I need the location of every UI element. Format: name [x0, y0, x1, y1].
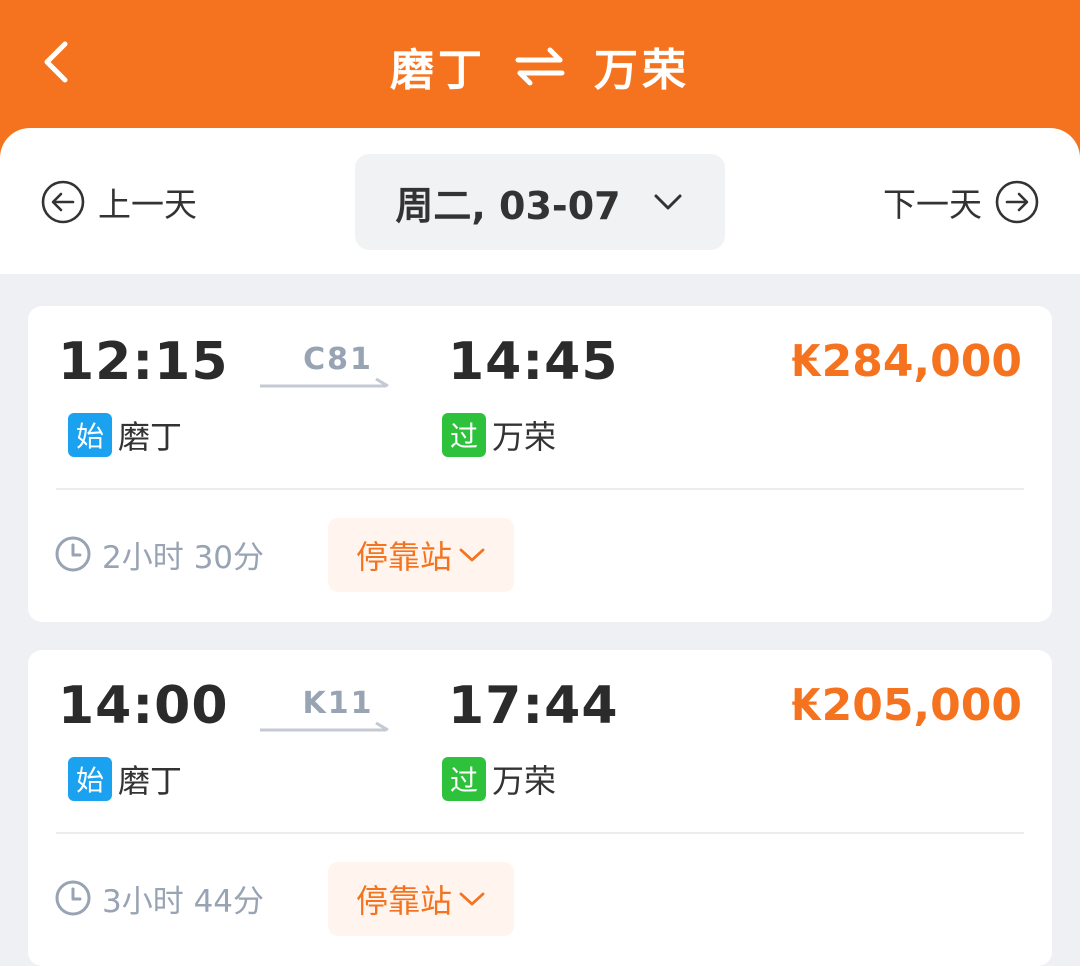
pass-badge: 过: [442, 413, 486, 457]
duration-text: 3小时 44分: [102, 883, 265, 920]
divider: [56, 832, 1024, 834]
prev-day-label: 上一天: [98, 185, 197, 224]
clock-icon: [54, 535, 92, 573]
train-arrow-icon: [260, 377, 389, 388]
depart-time: 14:00: [58, 676, 229, 736]
current-date: 周二, 03-07: [395, 183, 621, 228]
depart-station-name: 磨丁: [118, 418, 183, 456]
start-badge: 始: [68, 413, 112, 457]
arrive-time: 17:44: [448, 676, 619, 736]
arrive-station-name: 万荣: [492, 762, 557, 800]
date-picker[interactable]: 周二, 03-07: [355, 154, 725, 250]
chevron-down-icon: [651, 191, 685, 213]
circle-arrow-right-icon: [994, 179, 1040, 225]
pass-badge: 过: [442, 757, 486, 801]
destination-station-title: 万荣: [594, 45, 690, 96]
stops-label: 停靠站: [355, 538, 452, 576]
train-card[interactable]: 12:15 C81 14:45 ₭284,000 始 磨丁 过 万荣 2小时 3…: [28, 306, 1052, 622]
depart-station: 始 磨丁: [68, 412, 182, 458]
prev-day-button[interactable]: 上一天: [40, 178, 197, 226]
arrive-time: 14:45: [448, 332, 619, 392]
route-title: 磨丁 万荣: [0, 34, 1080, 98]
arrive-station: 过 万荣: [442, 412, 556, 458]
duration-text: 2小时 30分: [102, 539, 265, 576]
ticket-price: ₭284,000: [790, 336, 1022, 387]
depart-time: 12:15: [58, 332, 229, 392]
circle-arrow-left-icon: [40, 179, 86, 225]
train-arrow-icon: [260, 721, 389, 732]
swap-arrows-icon[interactable]: [514, 46, 566, 86]
stops-button[interactable]: 停靠站: [328, 862, 514, 936]
date-bar: 上一天 周二, 03-07 下一天: [0, 128, 1080, 274]
clock-icon: [54, 879, 92, 917]
chevron-down-icon: [458, 890, 486, 908]
arrive-station: 过 万荣: [442, 756, 556, 802]
train-number: K11: [302, 686, 374, 721]
next-day-button[interactable]: 下一天: [883, 178, 1040, 226]
arrive-station-name: 万荣: [492, 418, 557, 456]
ticket-price: ₭205,000: [790, 680, 1022, 731]
origin-station-title: 磨丁: [390, 45, 486, 96]
depart-station: 始 磨丁: [68, 756, 182, 802]
train-card[interactable]: 14:00 K11 17:44 ₭205,000 始 磨丁 过 万荣 3小时 4…: [28, 650, 1052, 966]
next-day-label: 下一天: [883, 185, 982, 224]
train-number: C81: [303, 342, 373, 377]
depart-station-name: 磨丁: [118, 762, 183, 800]
travel-duration: 3小时 44分: [54, 876, 264, 920]
stops-label: 停靠站: [355, 882, 452, 920]
divider: [56, 488, 1024, 490]
travel-duration: 2小时 30分: [54, 532, 264, 576]
chevron-down-icon: [458, 546, 486, 564]
start-badge: 始: [68, 757, 112, 801]
stops-button[interactable]: 停靠站: [328, 518, 514, 592]
